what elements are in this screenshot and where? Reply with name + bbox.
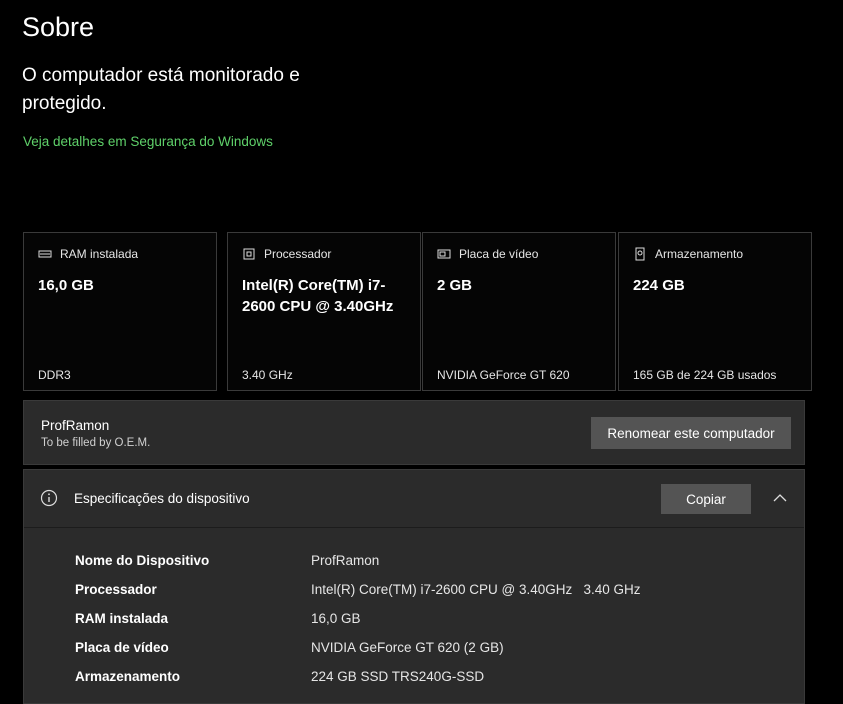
card-gpu-label: Placa de vídeo [459,247,539,261]
device-specs-panel: Especificações do dispositivo Copiar Nom… [23,469,805,704]
chevron-up-icon[interactable] [772,490,788,506]
card-storage-value: 224 GB [633,277,685,294]
security-status-text: O computador está monitorado e protegido… [22,65,300,114]
card-gpu-header: Placa de vídeo [437,247,538,261]
spec-key: Processador [75,582,157,597]
spec-key: Armazenamento [75,669,181,684]
page-title: Sobre [22,12,95,42]
storage-icon [635,247,645,261]
info-icon [40,489,58,507]
device-name-panel: ProfRamon To be filled by O.E.M. Renomea… [23,400,805,465]
card-gpu-value: 2 GB [437,277,473,294]
security-details-link[interactable]: Veja detalhes em Segurança do Windows [23,134,273,149]
card-ram-value: 16,0 GB [38,277,94,294]
spec-key: RAM instalada [75,611,169,626]
card-gpu: Placa de vídeo 2 GB NVIDIA GeForce GT 62… [422,232,616,391]
cpu-icon [243,248,255,260]
card-ram-sub: DDR3 [38,368,71,382]
card-ram-header: RAM instalada [38,247,138,261]
spec-value: Intel(R) Core(TM) i7-2600 CPU @ 3.40GHz … [311,582,641,597]
spec-value: NVIDIA GeForce GT 620 (2 GB) [311,640,504,655]
card-storage-header: Armazenamento [633,247,743,261]
card-processor-label: Processador [264,247,332,261]
ram-icon [38,250,52,258]
device-name: ProfRamon [41,418,110,433]
card-ram: RAM instalada 16,0 GB DDR3 [23,232,217,391]
device-oem: To be filled by O.E.M. [41,437,151,449]
gpu-icon [437,249,451,259]
device-specs-header[interactable]: Especificações do dispositivo Copiar [24,470,804,528]
spec-key: Nome do Dispositivo [75,553,210,568]
card-processor: Processador Intel(R) Core(TM) i7-2600 CP… [227,232,421,391]
card-storage-label: Armazenamento [655,247,744,261]
card-storage-sub: 165 GB de 224 GB usados [633,368,777,382]
card-processor-header: Processador [242,247,331,261]
spec-key: Placa de vídeo [75,640,169,655]
spec-value: 224 GB SSD TRS240G-SSD [311,669,485,684]
card-ram-label: RAM instalada [60,247,139,261]
copy-button[interactable]: Copiar [661,484,751,514]
card-processor-value: Intel(R) Core(TM) i7-2600 CPU @ 3.40GHz [242,277,394,315]
card-processor-sub: 3.40 GHz [242,368,293,382]
card-storage: Armazenamento 224 GB 165 GB de 224 GB us… [618,232,812,391]
spec-value: ProfRamon [311,553,380,568]
hardware-cards: RAM instalada 16,0 GB DDR3 Processador I… [23,232,812,393]
rename-computer-button[interactable]: Renomear este computador [591,417,791,449]
device-specs-title: Especificações do dispositivo [74,491,250,506]
card-gpu-sub: NVIDIA GeForce GT 620 [437,368,570,382]
spec-value: 16,0 GB [311,611,361,626]
